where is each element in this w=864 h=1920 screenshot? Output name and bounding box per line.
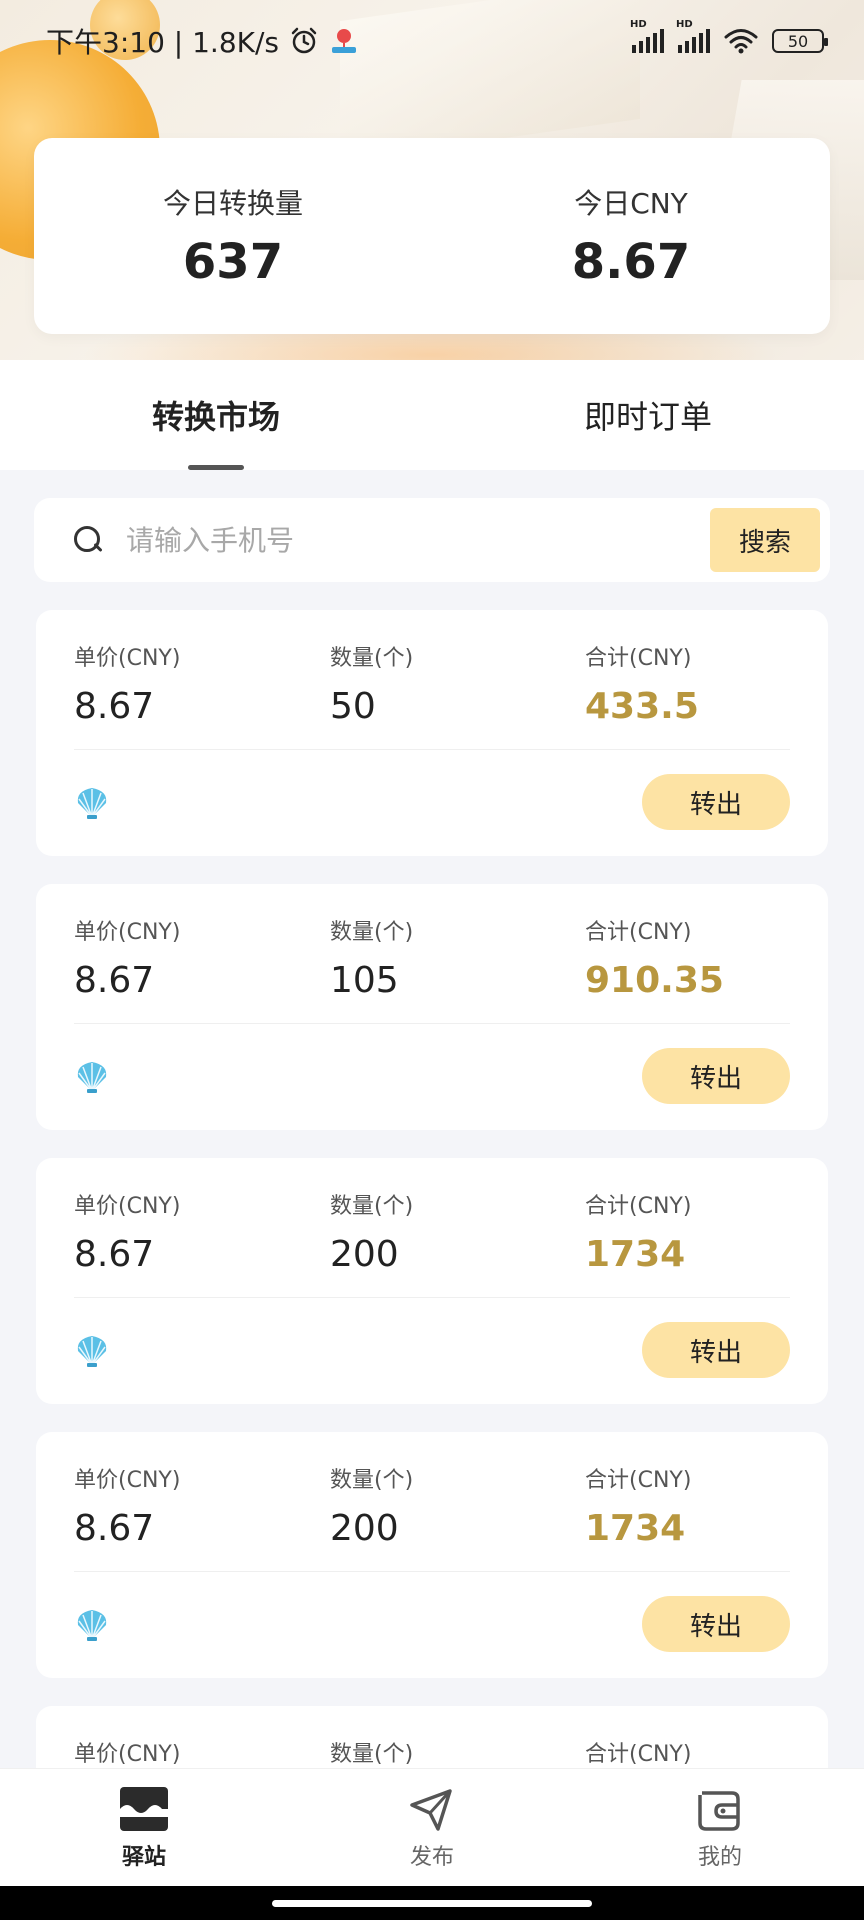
battery-level: 50	[787, 31, 809, 51]
today-volume-stat: 今日转换量 637	[34, 138, 432, 334]
tab-label: 即时订单	[583, 398, 712, 436]
transfer-out-button[interactable]: 转出	[642, 1048, 790, 1104]
wallet-icon	[698, 1790, 740, 1831]
tab-conversion-market[interactable]: 转换市场	[0, 360, 432, 470]
tab-instant-orders[interactable]: 即时订单	[432, 360, 864, 470]
today-cny-stat: 今日CNY 8.67	[432, 138, 830, 334]
quantity-value: 50	[330, 686, 376, 727]
order-card: 单价(CNY) 8.67 数量(个) 105 合计(CNY) 910.35 转出	[36, 884, 828, 1130]
order-card: 单价(CNY) 8.67 数量(个) 200 合计(CNY) 1734 转出	[36, 1432, 828, 1678]
signal-icon: HD	[630, 19, 664, 53]
today-cny-value: 8.67	[571, 234, 691, 290]
signal-icon: HD	[676, 19, 710, 53]
shell-icon	[77, 1062, 107, 1093]
send-icon	[410, 1788, 452, 1831]
quantity-label: 数量(个)	[330, 920, 414, 945]
app-notification-icon	[332, 29, 357, 53]
order-card: 单价(CNY) 8.67 数量(个) 50 合计(CNY) 433.5 转出	[36, 610, 828, 856]
quantity-label: 数量(个)	[330, 1194, 414, 1219]
quantity-label: 数量(个)	[330, 646, 414, 671]
unit-price-value: 8.67	[74, 960, 155, 1001]
stats-card: 今日转换量 637 今日CNY 8.67	[34, 138, 830, 334]
total-label: 合计(CNY)	[585, 1468, 692, 1493]
today-cny-label: 今日CNY	[574, 187, 688, 220]
total-value: 1734	[585, 1234, 686, 1275]
search-input[interactable]	[126, 523, 710, 557]
order-list: 单价(CNY) 8.67 数量(个) 50 合计(CNY) 433.5 转出 单…	[36, 610, 828, 1920]
unit-price-value: 8.67	[74, 686, 155, 727]
status-bar: 下午3:10 | 1.8K/s HD HD 50	[0, 0, 864, 82]
total-label: 合计(CNY)	[585, 1742, 692, 1767]
shell-icon	[77, 788, 107, 819]
unit-price-label: 单价(CNY)	[74, 1194, 181, 1219]
battery-icon: 50	[772, 29, 828, 53]
today-volume-value: 637	[182, 234, 284, 290]
shell-icon	[77, 1610, 107, 1641]
unit-price-value: 8.67	[74, 1508, 155, 1549]
nav-label: 驿站	[121, 1844, 166, 1870]
order-card: 单价(CNY) 8.67 数量(个) 200 合计(CNY) 1734 转出	[36, 1158, 828, 1404]
home-indicator[interactable]	[272, 1900, 592, 1907]
transfer-out-button[interactable]: 转出	[642, 1322, 790, 1378]
nav-label: 我的	[697, 1844, 742, 1870]
total-label: 合计(CNY)	[585, 646, 692, 671]
tab-label: 转换市场	[151, 398, 280, 436]
tab-active-indicator	[188, 465, 244, 470]
unit-price-label: 单价(CNY)	[74, 920, 181, 945]
station-icon	[120, 1786, 168, 1831]
total-label: 合计(CNY)	[585, 920, 692, 945]
quantity-label: 数量(个)	[330, 1742, 414, 1767]
tab-bar: 转换市场 即时订单	[0, 360, 864, 470]
unit-price-label: 单价(CNY)	[74, 1742, 181, 1767]
alarm-icon	[291, 27, 317, 54]
total-value: 433.5	[585, 686, 699, 727]
status-time: 下午3:10 | 1.8K/s	[46, 26, 280, 59]
transfer-out-button[interactable]: 转出	[642, 1596, 790, 1652]
total-value: 910.35	[585, 960, 724, 1001]
nav-item-station[interactable]: 驿站	[0, 1769, 288, 1886]
quantity-value: 105	[330, 960, 399, 1001]
quantity-value: 200	[330, 1508, 399, 1549]
transfer-out-button[interactable]: 转出	[642, 774, 790, 830]
search-button[interactable]: 搜索	[710, 508, 820, 572]
unit-price-label: 单价(CNY)	[74, 1468, 181, 1493]
nav-label: 发布	[409, 1844, 454, 1870]
search-bar: 搜索	[34, 498, 830, 582]
quantity-value: 200	[330, 1234, 399, 1275]
nav-item-mine[interactable]: 我的	[576, 1769, 864, 1886]
total-value: 1734	[585, 1508, 686, 1549]
wifi-icon	[724, 29, 758, 54]
today-volume-label: 今日转换量	[162, 187, 303, 220]
nav-item-publish[interactable]: 发布	[288, 1769, 576, 1886]
unit-price-label: 单价(CNY)	[74, 646, 181, 671]
shell-icon	[77, 1336, 107, 1367]
search-icon	[72, 524, 104, 556]
quantity-label: 数量(个)	[330, 1468, 414, 1493]
unit-price-value: 8.67	[74, 1234, 155, 1275]
bottom-nav: 驿站 发布 我的	[0, 1768, 864, 1886]
total-label: 合计(CNY)	[585, 1194, 692, 1219]
